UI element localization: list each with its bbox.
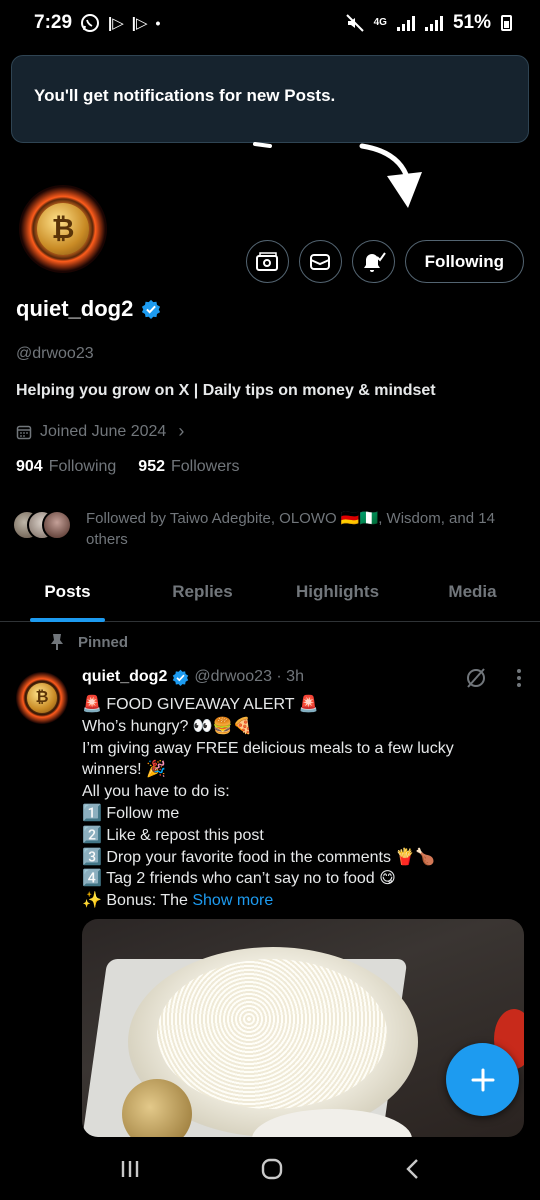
followed-by-text: Followed by Taiwo Adegbite, OLOWO 🇩🇪🇳🇬, … (86, 510, 495, 548)
system-nav-bar (0, 1137, 540, 1200)
followers-label: Followers (171, 458, 240, 475)
rice-shape (157, 959, 387, 1109)
following-count: 904 (16, 458, 43, 475)
money-icon (256, 251, 279, 271)
post-line: 1️⃣ Follow me (82, 804, 180, 822)
show-more-link[interactable]: Show more (192, 892, 273, 909)
pinned-label: Pinned (78, 633, 129, 651)
follow-stats: 904 Following 952 Followers (16, 458, 239, 476)
network-label: 4G (373, 17, 387, 28)
post-body[interactable]: 🚨 FOOD GIVEAWAY ALERT 🚨 Who’s hungry? 👀🍔… (82, 694, 512, 912)
compose-post-button[interactable] (446, 1043, 519, 1116)
annotation-arrow-icon (253, 142, 422, 208)
post-author-meta: @drwoo23 · 3h (194, 668, 304, 685)
profile-actions: Following (245, 240, 524, 283)
tab-media[interactable]: Media (405, 566, 540, 621)
recent-apps-icon[interactable] (119, 1158, 141, 1180)
post-header: quiet_dog2 @drwoo23 · 3h (82, 668, 304, 686)
following-label: Following (48, 458, 117, 475)
post-author-name[interactable]: quiet_dog2 (82, 668, 167, 686)
profile-bio: Helping you grow on X | Daily tips on mo… (16, 382, 436, 399)
notifications-button[interactable] (351, 240, 395, 283)
bitcoin-icon: ₿ (37, 203, 89, 255)
verified-badge-icon[interactable] (141, 299, 161, 319)
pinned-indicator: Pinned (50, 633, 128, 651)
profile-name-row: quiet_dog2 (16, 296, 161, 322)
calendar-icon (16, 425, 32, 439)
back-icon[interactable] (403, 1157, 421, 1181)
profile-handle: @drwoo23 (16, 345, 94, 362)
post-actions-top (464, 666, 522, 690)
follower-avatars (12, 508, 74, 542)
joined-date[interactable]: Joined June 2024 › (16, 421, 184, 442)
post-line: Who’s hungry? 👀🍔🍕 (82, 717, 253, 735)
media-icon: |▷ (108, 15, 124, 32)
pin-icon (51, 634, 63, 650)
grok-icon[interactable] (464, 666, 488, 690)
home-icon[interactable] (260, 1157, 284, 1181)
status-bar: 7:29 |▷ |▷ • 4G 51% (0, 0, 540, 46)
profile-tabs: Posts Replies Highlights Media (0, 566, 540, 622)
toast-message: You'll get notifications for new Posts. (34, 86, 336, 105)
post-line-bonus: ✨ Bonus: The Show more (82, 890, 512, 912)
joined-label: Joined June 2024 (40, 422, 167, 440)
bell-check-icon (364, 251, 386, 272)
following-button[interactable]: Following (404, 240, 524, 283)
chevron-right-icon: › (178, 421, 185, 441)
signal-icon (396, 15, 415, 31)
avatar (42, 510, 72, 540)
followers-stat[interactable]: 952 Followers (138, 458, 239, 476)
status-right: 4G 51% (345, 12, 512, 34)
post-line: 2️⃣ Like & repost this post (82, 826, 264, 844)
subscribe-button[interactable] (245, 240, 289, 283)
post-line: 3️⃣ Drop your favorite food in the comme… (82, 848, 436, 866)
post-author-avatar[interactable]: ₿ (16, 672, 68, 724)
display-name: quiet_dog2 (16, 296, 134, 321)
bitcoin-icon: ₿ (27, 683, 57, 713)
post-line: 🚨 FOOD GIVEAWAY ALERT 🚨 (82, 696, 319, 713)
post-line: I’m giving away FREE delicious meals to … (82, 739, 454, 779)
plus-icon (471, 1068, 494, 1091)
bonus-text: ✨ Bonus: The (82, 892, 188, 910)
profile-avatar[interactable]: ₿ (16, 182, 110, 276)
battery-percent: 51% (452, 12, 491, 33)
whatsapp-icon (81, 14, 100, 32)
following-stat[interactable]: 904 Following (16, 458, 116, 476)
message-button[interactable] (298, 240, 342, 283)
status-left: 7:29 |▷ |▷ • (34, 12, 160, 34)
mute-icon (345, 14, 364, 32)
tab-posts[interactable]: Posts (0, 566, 135, 622)
notification-dot-icon: • (155, 15, 161, 31)
media-icon: |▷ (131, 15, 148, 32)
tab-highlights[interactable]: Highlights (270, 566, 405, 621)
verified-badge-icon (173, 669, 189, 686)
tab-replies[interactable]: Replies (135, 566, 270, 621)
followers-count: 952 (138, 458, 165, 475)
notification-toast[interactable]: You'll get notifications for new Posts. (11, 55, 529, 143)
battery-icon (501, 15, 512, 31)
post-line: 4️⃣ Tag 2 friends who can’t say no to fo… (82, 870, 396, 888)
status-time: 7:29 (34, 12, 73, 33)
envelope-icon (310, 253, 331, 270)
followed-by[interactable]: Followed by Taiwo Adegbite, OLOWO 🇩🇪🇳🇬, … (12, 508, 516, 550)
post-line: All you have to do is: (82, 783, 230, 801)
more-options-icon[interactable] (516, 668, 522, 688)
signal-icon (424, 15, 443, 31)
